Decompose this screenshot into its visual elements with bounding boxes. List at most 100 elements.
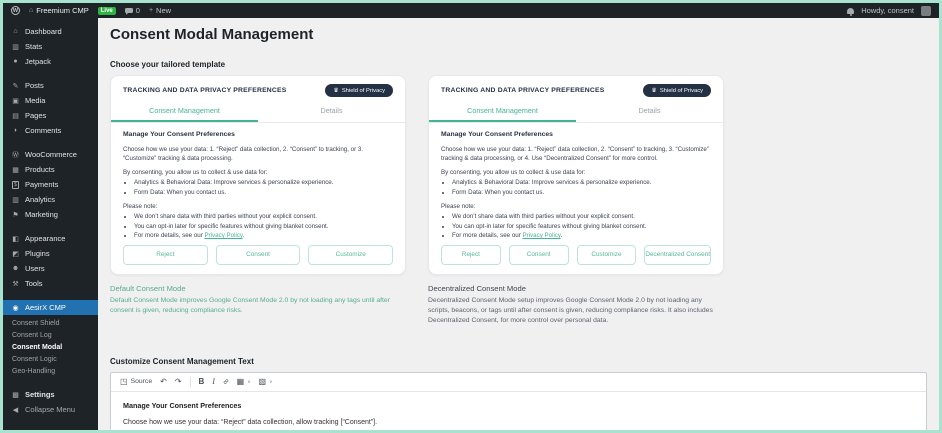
consent-lead-text: By consenting, you allow us to collect &… — [441, 168, 586, 176]
submenu-item-consent-modal[interactable]: Consent Modal — [3, 341, 98, 353]
consent-bullet-list: Analytics & Behavioral Data: Improve ser… — [123, 178, 393, 197]
user-avatar[interactable] — [921, 5, 931, 16]
undo-icon: ↶ — [160, 377, 167, 387]
shield-button-label: Shield of Privacy — [341, 87, 385, 94]
modal-tabs: Consent Management Details — [429, 102, 723, 123]
tab-details[interactable]: Details — [576, 102, 723, 122]
site-link[interactable]: ⌂ Freemium CMP — [29, 6, 89, 15]
sidebar-item-analytics[interactable]: ▥ Analytics — [3, 192, 98, 207]
sidebar-item-products[interactable]: ▦ Products — [3, 162, 98, 177]
shield-icon: ♛ — [333, 88, 339, 94]
products-icon: ▦ — [12, 166, 19, 174]
reject-button[interactable]: Reject — [123, 245, 208, 265]
settings-icon: ▩ — [12, 391, 19, 399]
sidebar-item-label: Analytics — [25, 195, 56, 204]
submenu-item-consent-logic[interactable]: Consent Logic — [3, 353, 98, 365]
tab-consent-management[interactable]: Consent Management — [111, 102, 258, 122]
italic-icon: I — [212, 377, 215, 387]
editor-toolbar: ◳ Source ↶ ↷ B I ∞ ▦ ∨ ▧ ∨ — [111, 373, 926, 392]
submenu-item-geo-handling[interactable]: Geo-Handling — [3, 365, 98, 377]
sidebar-item-label: WooCommerce — [25, 150, 77, 159]
sidebar-item-users[interactable]: ☻ Users — [3, 261, 98, 276]
note-suffix: . — [560, 232, 563, 240]
template-cards-row: TRACKING AND DATA PRIVACY PREFERENCES ♛ … — [110, 75, 927, 327]
customize-button[interactable]: Customize — [576, 245, 637, 265]
link-icon: ∞ — [220, 376, 232, 387]
bullet-item: We don’t share data with third parties w… — [452, 212, 711, 222]
privacy-policy-link[interactable]: Privacy Policy — [523, 232, 561, 239]
admin-bar: W ⌂ Freemium CMP Live 0 + New Howdy, con… — [3, 3, 939, 18]
table-dropdown-button[interactable]: ▦ ∨ — [237, 377, 251, 386]
consent-button[interactable]: Consent — [508, 245, 569, 265]
sidebar-item-comments[interactable]: ◗ Comments — [3, 123, 98, 138]
sidebar-item-jetpack[interactable]: ● Jetpack — [3, 54, 98, 69]
shield-of-privacy-button[interactable]: ♛ Shield of Privacy — [325, 84, 393, 97]
submenu-item-consent-shield[interactable]: Consent Shield — [3, 317, 98, 329]
page-title: Consent Modal Management — [110, 26, 314, 43]
submenu-item-consent-log[interactable]: Consent Log — [3, 329, 98, 341]
redo-button[interactable]: ↷ — [175, 377, 182, 386]
default-consent-mode-title[interactable]: Default Consent Mode — [110, 284, 406, 293]
customize-button[interactable]: Customize — [308, 245, 394, 265]
sidebar-item-pages[interactable]: ▤ Pages — [3, 108, 98, 123]
sidebar-item-woocommerce[interactable]: Ⓦ WooCommerce — [3, 147, 98, 162]
sidebar-item-label: Stats — [25, 42, 43, 51]
sidebar-item-label: Jetpack — [25, 57, 51, 66]
sidebar-item-tools[interactable]: ⚒ Tools — [3, 276, 98, 291]
decentralized-consent-button[interactable]: Decentralized Consent — [644, 245, 711, 265]
howdy-account-link[interactable]: Howdy, consent — [861, 6, 914, 15]
modal-header-title: TRACKING AND DATA PRIVACY PREFERENCES — [441, 87, 605, 94]
undo-button[interactable]: ↶ — [160, 377, 167, 386]
sidebar-item-aesirx-cmp[interactable]: ◉ AesirX CMP — [3, 300, 98, 315]
editor-content-area[interactable]: Manage Your Consent Preferences Choose h… — [111, 392, 926, 430]
sidebar-item-appearance[interactable]: ◧ Appearance — [3, 231, 98, 246]
reject-button[interactable]: Reject — [441, 245, 501, 265]
sidebar-item-label: AesirX CMP — [25, 303, 66, 312]
sidebar-item-marketing[interactable]: ⚑ Marketing — [3, 207, 98, 222]
sidebar-item-payments[interactable]: $ Payments — [3, 177, 98, 192]
decentralized-consent-mode-title[interactable]: Decentralized Consent Mode — [428, 284, 724, 293]
sidebar-item-settings[interactable]: ▩ Settings — [3, 387, 98, 402]
sidebar-item-dashboard[interactable]: ⌂ Dashboard — [3, 24, 98, 39]
link-button[interactable]: ∞ — [220, 376, 232, 387]
bullet-item: Form Data: When you contact us. — [134, 188, 393, 198]
source-label: Source — [130, 378, 153, 386]
sidebar-item-posts[interactable]: ✎ Posts — [3, 78, 98, 93]
collapse-icon: ◀ — [12, 406, 19, 414]
sidebar-item-label: Users — [25, 264, 45, 273]
new-label: New — [156, 6, 172, 15]
sidebar-item-label: Pages — [25, 111, 47, 120]
comments-shortcut[interactable]: 0 — [124, 6, 140, 15]
rich-text-editor[interactable]: ◳ Source ↶ ↷ B I ∞ ▦ ∨ ▧ ∨ Manage Your C… — [110, 371, 927, 430]
consent-button[interactable]: Consent — [215, 245, 301, 265]
sidebar-item-label: Appearance — [25, 234, 66, 243]
sidebar-item-media[interactable]: ▣ Media — [3, 93, 98, 108]
shield-of-privacy-button[interactable]: ♛ Shield of Privacy — [643, 84, 711, 97]
consent-bullet-list: Analytics & Behavioral Data: Improve ser… — [441, 178, 711, 197]
sidebar-item-plugins[interactable]: ◩ Plugins — [3, 246, 98, 261]
consent-modal-preview-decentralized[interactable]: TRACKING AND DATA PRIVACY PREFERENCES ♛ … — [428, 75, 724, 275]
decentralized-consent-mode-description: Decentralized Consent Mode setup improve… — [428, 297, 713, 325]
notifications-bell-icon[interactable] — [847, 7, 855, 16]
italic-button[interactable]: I — [212, 377, 215, 386]
privacy-policy-link[interactable]: Privacy Policy — [205, 232, 243, 239]
tab-consent-management[interactable]: Consent Management — [429, 102, 576, 122]
source-button[interactable]: ◳ Source — [120, 377, 152, 386]
appearance-icon: ◧ — [12, 235, 19, 243]
modal-intro-text: Choose how we use your data: 1. “Reject”… — [123, 145, 364, 163]
wordpress-logo-icon: W — [11, 6, 20, 15]
wordpress-menu[interactable]: W — [11, 6, 20, 15]
sidebar-item-collapse-menu[interactable]: ◀ Collapse Menu — [3, 402, 98, 417]
tools-icon: ⚒ — [12, 280, 19, 288]
sidebar-item-stats[interactable]: ▥ Stats — [3, 39, 98, 54]
live-badge[interactable]: Live — [97, 6, 116, 15]
sidebar-item-label: Payments — [25, 180, 59, 189]
bold-button[interactable]: B — [199, 377, 205, 386]
tab-details[interactable]: Details — [258, 102, 405, 122]
consent-modal-preview-default[interactable]: TRACKING AND DATA PRIVACY PREFERENCES ♛ … — [110, 75, 406, 275]
new-content-menu[interactable]: + New — [149, 6, 171, 15]
modal-tabs: Consent Management Details — [111, 102, 405, 123]
bold-icon: B — [198, 377, 205, 387]
sidebar-item-label: Collapse Menu — [25, 405, 76, 414]
media-dropdown-button[interactable]: ▧ ∨ — [259, 377, 273, 386]
